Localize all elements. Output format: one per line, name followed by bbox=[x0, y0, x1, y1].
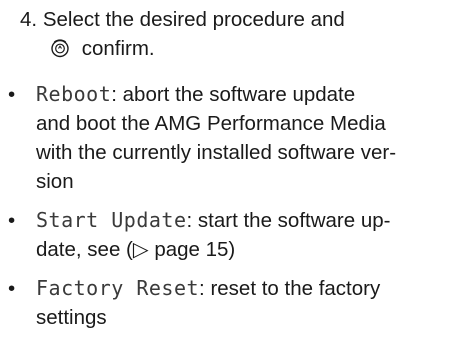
bullet-icon: • bbox=[8, 83, 16, 106]
step-4: 4. Select the desired procedure and conf… bbox=[20, 5, 440, 63]
option-term: Factory Reset bbox=[36, 276, 200, 300]
option-term: Reboot bbox=[36, 82, 112, 106]
option-description-line: with the currently installed software ve… bbox=[36, 141, 397, 164]
manual-page-excerpt: 4. Select the desired procedure and conf… bbox=[0, 0, 456, 342]
step-text: Select the desired procedure and bbox=[42, 8, 345, 31]
option-description-line: date, see (▷ page 15) bbox=[36, 238, 236, 261]
option-description-line: settings bbox=[36, 306, 107, 329]
option-description-line: reset to the factory bbox=[210, 277, 381, 300]
option-factory-reset: • Factory Reset: reset to the factory se… bbox=[6, 274, 450, 332]
option-description-line: start the software up- bbox=[197, 209, 391, 232]
options-list: • Reboot: abort the software update and … bbox=[6, 80, 450, 342]
step-line-2: confirm. bbox=[20, 34, 440, 63]
option-separator: : bbox=[199, 277, 205, 300]
option-term: Start Update bbox=[36, 208, 187, 232]
confirm-text: confirm. bbox=[81, 37, 155, 60]
controller-press-icon bbox=[51, 39, 69, 58]
step-line-1: 4. Select the desired procedure and bbox=[20, 5, 440, 34]
step-number: 4. bbox=[20, 8, 38, 31]
option-description-line: sion bbox=[36, 170, 74, 193]
option-description-line: and boot the AMG Performance Media bbox=[36, 112, 386, 135]
option-separator: : bbox=[111, 83, 117, 106]
bullet-icon: • bbox=[8, 209, 16, 232]
option-description-line: abort the software update bbox=[122, 83, 356, 106]
option-reboot: • Reboot: abort the software update and … bbox=[6, 80, 450, 196]
option-start-update: • Start Update: start the software up- d… bbox=[6, 206, 450, 264]
option-separator: : bbox=[186, 209, 193, 232]
bullet-icon: • bbox=[8, 277, 16, 300]
